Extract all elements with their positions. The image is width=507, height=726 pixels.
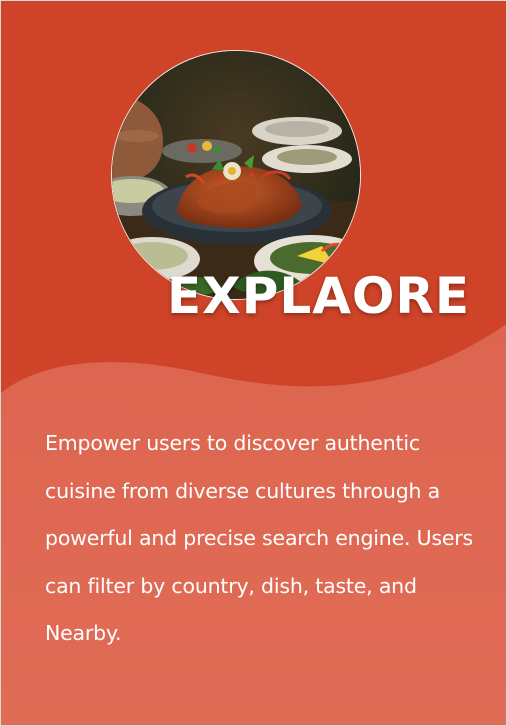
card-title: EXPLAORE [167,267,471,325]
card-description: Empower users to discover authentic cuis… [45,431,474,645]
feature-card: EXPLAORE Empower users to discover authe… [0,0,507,726]
food-photo-icon [111,50,361,300]
